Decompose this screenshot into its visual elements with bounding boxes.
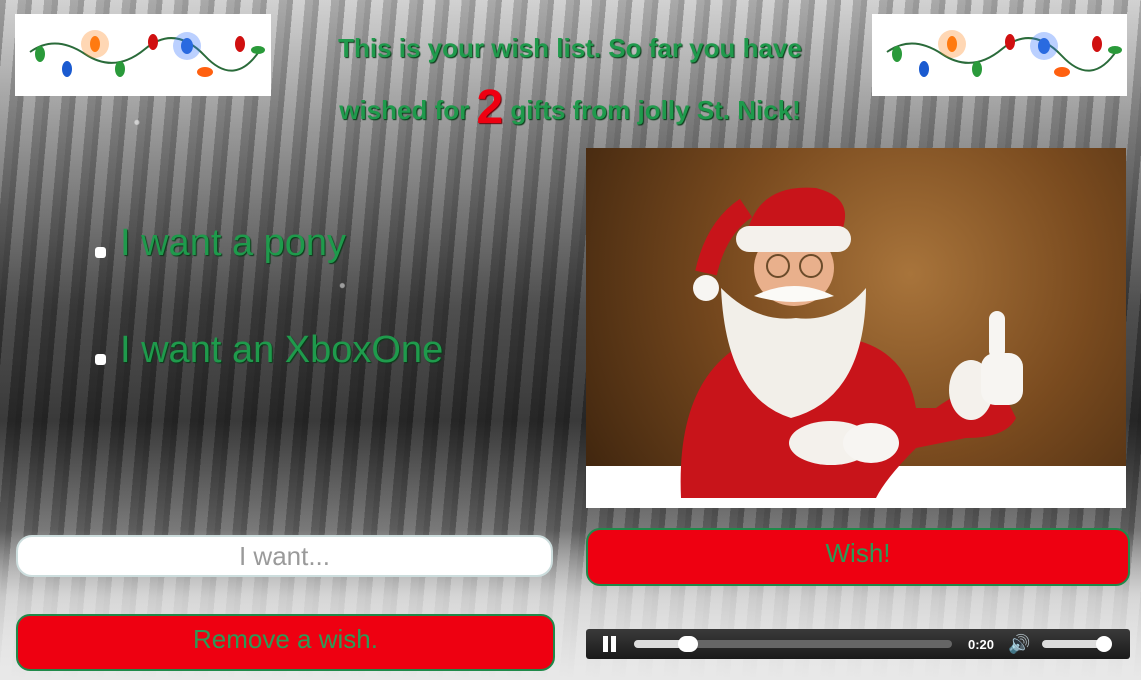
progress-handle[interactable] (678, 636, 699, 652)
pause-icon[interactable] (598, 629, 620, 659)
heading-suffix: gifts from jolly St. Nick! (510, 95, 801, 125)
wish-input[interactable] (16, 535, 553, 577)
christmas-lights-image-right (872, 14, 1127, 96)
volume-icon[interactable]: 🔊 (1008, 634, 1030, 655)
wish-list: I want a pony I want an XboxOne (95, 190, 443, 404)
wish-text: I want a pony (120, 222, 347, 264)
bullet-icon (95, 247, 106, 258)
wish-item: I want an XboxOne (95, 297, 443, 404)
christmas-lights-image-left (15, 14, 271, 96)
time-display: 0:20 (968, 636, 995, 652)
wish-item: I want a pony (95, 190, 443, 297)
wish-text: I want an XboxOne (120, 329, 444, 371)
santa-video[interactable] (586, 148, 1126, 508)
santa-image (586, 187, 1126, 508)
wish-button[interactable]: Wish! (586, 528, 1130, 586)
wish-count: 2 (476, 81, 504, 134)
heading-prefix: wished for (339, 95, 470, 125)
heading-line-2: wished for 2 gifts from jolly St. Nick! (300, 78, 840, 140)
video-player-controls: 0:20 🔊 (586, 629, 1130, 659)
volume-slider[interactable] (1042, 636, 1113, 652)
heading-line-1: This is your wish list. So far you have (338, 33, 802, 63)
volume-handle[interactable] (1096, 636, 1113, 652)
wish-count-heading: This is your wish list. So far you have … (300, 18, 840, 140)
progress-bar[interactable] (634, 636, 952, 652)
bullet-icon (95, 354, 106, 365)
remove-wish-button[interactable]: Remove a wish. (16, 614, 555, 671)
